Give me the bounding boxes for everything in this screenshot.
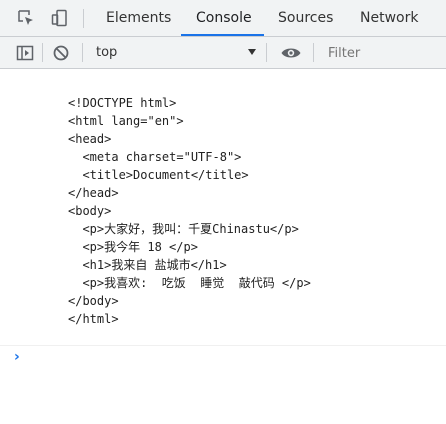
console-filter-input[interactable]	[320, 40, 444, 66]
devtools-tabbar: Elements Console Sources Network	[0, 0, 446, 37]
dropdown-arrow-icon	[248, 49, 256, 55]
tab-console[interactable]: Console	[196, 0, 252, 36]
toolbar-divider	[82, 43, 83, 62]
console-line: </body>	[68, 294, 119, 308]
console-toolbar: top	[0, 37, 446, 69]
console-line: <h1>我来自 盐城市</h1>	[68, 258, 227, 272]
console-line: <!DOCTYPE html>	[68, 96, 177, 110]
devtools-window: Elements Console Sources Network top Fil…	[0, 0, 446, 424]
console-log-message: <!DOCTYPE html> <html lang="en"> <head> …	[68, 94, 311, 328]
console-line: <title>Document</title>	[68, 168, 249, 182]
console-line: <html lang="en">	[68, 114, 184, 128]
toolbar-divider	[83, 9, 84, 28]
toolbar-divider	[313, 43, 314, 62]
device-toolbar-icon[interactable]	[51, 9, 69, 27]
javascript-context-select[interactable]: top	[88, 37, 262, 68]
console-panel: <!DOCTYPE html> <html lang="en"> <head> …	[0, 69, 446, 424]
tab-network[interactable]: Network	[360, 0, 418, 36]
toolbar-divider	[42, 43, 43, 62]
show-sidebar-icon[interactable]	[16, 44, 34, 62]
console-line: <meta charset="UTF-8">	[68, 150, 242, 164]
console-line: </html>	[68, 312, 119, 326]
console-line: </head>	[68, 186, 119, 200]
tab-elements[interactable]: Elements	[106, 0, 171, 36]
console-line: <head>	[68, 132, 112, 146]
console-line: <body>	[68, 204, 112, 218]
console-log-entry: <!DOCTYPE html> <html lang="en"> <head> …	[0, 69, 446, 346]
context-select-value: top	[96, 45, 118, 60]
console-prompt[interactable]: ›	[14, 349, 20, 365]
console-line: <p>大家好，我叫：千夏Chinastu</p>	[68, 222, 299, 236]
active-tab-indicator	[181, 34, 264, 36]
clear-console-icon[interactable]	[52, 44, 70, 62]
console-line: <p>我今年 18 </p>	[68, 240, 198, 254]
tab-sources[interactable]: Sources	[278, 0, 333, 36]
inspect-element-icon[interactable]	[17, 9, 35, 27]
toolbar-divider	[266, 43, 267, 62]
console-line: <p>我喜欢: 吃饭 睡觉 敲代码 </p>	[68, 276, 311, 290]
live-expression-icon[interactable]	[280, 44, 302, 62]
